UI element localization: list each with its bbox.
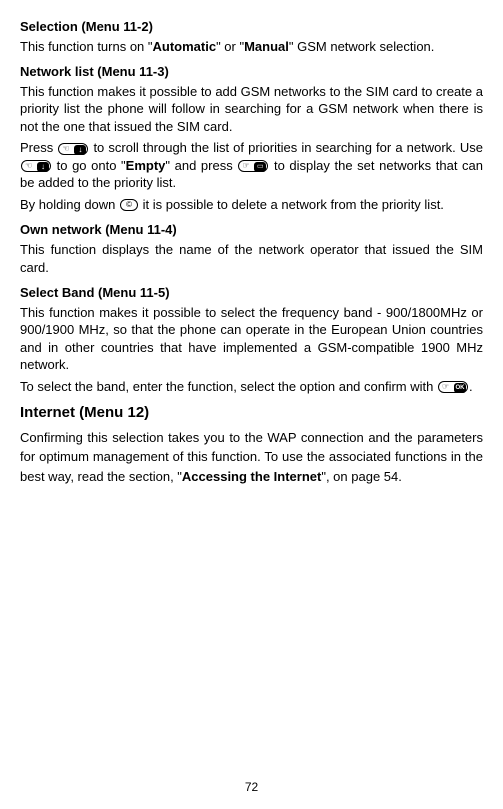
heading-ownnetwork: Own network (Menu 11-4): [20, 221, 483, 239]
page-number: 72: [0, 779, 503, 795]
para-networklist-2: Press ☜↓ to scroll through the list of p…: [20, 139, 483, 192]
text: This function turns on ": [20, 39, 153, 54]
softkey-down-icon: ☜↓: [21, 160, 51, 172]
text-bold: Automatic: [153, 39, 217, 54]
para-ownnetwork: This function displays the name of the n…: [20, 241, 483, 276]
para-selectband-2: To select the band, enter the function, …: [20, 378, 483, 396]
text: to go onto ": [52, 158, 126, 173]
para-networklist-3: By holding down © it is possible to dele…: [20, 196, 483, 214]
para-selection: This function turns on "Automatic" or "M…: [20, 38, 483, 56]
softkey-ok-icon: ☞OK: [438, 381, 468, 393]
softkey-menu-icon: ☞▭: [238, 160, 268, 172]
text-bold: Manual: [244, 39, 289, 54]
text: .: [469, 379, 473, 394]
text: " or ": [216, 39, 244, 54]
softkey-down-icon: ☜↓: [58, 143, 88, 155]
text: " and press: [165, 158, 237, 173]
heading-networklist: Network list (Menu 11-3): [20, 63, 483, 81]
softkey-c-icon: ©: [120, 199, 138, 211]
text: to scroll through the list of priorities…: [89, 140, 483, 155]
text: By holding down: [20, 197, 119, 212]
para-internet: Confirming this selection takes you to t…: [20, 428, 483, 487]
para-selectband-1: This function makes it possible to selec…: [20, 304, 483, 374]
heading-selectband: Select Band (Menu 11-5): [20, 284, 483, 302]
text: " GSM network selection.: [289, 39, 435, 54]
heading-internet: Internet (Menu 12): [20, 403, 483, 423]
text: ", on page 54.: [321, 469, 402, 484]
text: it is possible to delete a network from …: [139, 197, 444, 212]
text: Press: [20, 140, 57, 155]
para-networklist-1: This function makes it possible to add G…: [20, 83, 483, 136]
heading-selection: Selection (Menu 11-2): [20, 18, 483, 36]
text-bold: Empty: [126, 158, 166, 173]
text-bold: Accessing the Internet: [182, 469, 321, 484]
text: To select the band, enter the function, …: [20, 379, 437, 394]
